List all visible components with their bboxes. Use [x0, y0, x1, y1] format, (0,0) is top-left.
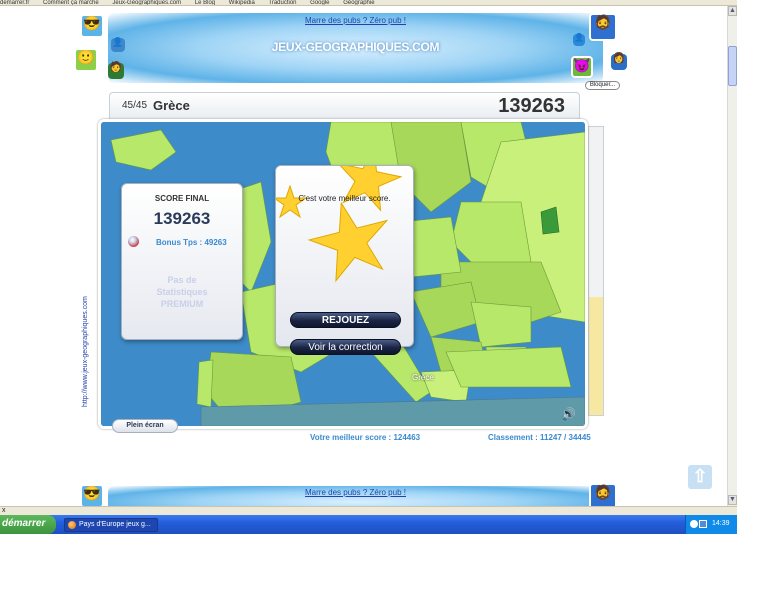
progress-fill — [589, 297, 603, 415]
final-score-value: 139263 — [153, 209, 211, 228]
premium-stats-notice: Pas de Statistiques PREMIUM — [156, 275, 208, 309]
avatar-icon[interactable]: 👤 — [573, 34, 585, 46]
network-icon[interactable] — [690, 520, 698, 528]
ball-icon — [128, 236, 139, 247]
avatar-icon[interactable]: 🧑 — [108, 63, 124, 79]
game-header: 45/45 Grèce 139263 — [109, 92, 580, 120]
time-bonus: Bonus Tps : 49263 — [156, 238, 227, 247]
top-banner: Marre des pubs ? Zéro pub ! JEUX-GEOGRAP… — [74, 8, 633, 83]
scroll-to-top-button[interactable]: ⇧ — [688, 465, 712, 489]
stars-decoration — [276, 166, 403, 283]
speaker-icon[interactable]: 🔊 — [561, 407, 576, 421]
result-panel: C'est votre meilleur score. REJOUEZ Voir… — [275, 165, 414, 355]
firefox-icon — [68, 521, 76, 529]
final-score-panel: SCORE FINAL 139263 Bonus Tps : 49263 Pas… — [121, 183, 243, 340]
country-portugal[interactable] — [196, 359, 214, 408]
map-country-label: Grèce — [412, 373, 434, 382]
no-ads-link[interactable]: Marre des pubs ? Zéro pub ! — [78, 16, 633, 25]
clock: 14:39 — [712, 520, 730, 527]
star-icon — [307, 201, 389, 283]
fullscreen-button[interactable]: Plein écran — [112, 419, 178, 433]
taskbar-window-button[interactable]: Pays d'Europe jeux g... — [64, 518, 158, 532]
vertical-scrollbar[interactable]: ▲ ▼ — [727, 6, 737, 506]
question-counter: 45/45 — [122, 100, 148, 111]
avatar-icon[interactable]: 👩 — [611, 54, 627, 70]
final-score-label: SCORE FINAL — [154, 194, 210, 203]
country-romania[interactable] — [470, 301, 532, 348]
map-side-panel — [588, 126, 604, 416]
replay-button[interactable]: REJOUEZ — [290, 312, 401, 328]
avatar-icon[interactable]: 🧔 — [589, 13, 617, 41]
system-tray: 14:39 — [685, 515, 737, 534]
bottom-banner: Marre des pubs ? Zéro pub ! 😎 🧔 — [78, 478, 633, 506]
country-turkey[interactable] — [445, 346, 572, 388]
avatar-icon[interactable]: 😎 — [80, 14, 104, 38]
taskbar: démarrer Pays d'Europe jeux g... 14:39 — [0, 515, 737, 534]
header-score: 139263 — [498, 95, 565, 117]
view-correction-button[interactable]: Voir la correction — [290, 339, 401, 355]
no-ads-link[interactable]: Marre des pubs ? Zéro pub ! — [78, 488, 633, 497]
block-button[interactable]: Bloquer... — [585, 81, 620, 90]
current-country: Grèce — [153, 98, 190, 113]
country-estonia[interactable] — [540, 206, 560, 235]
best-score-text: Votre meilleur score : 124463 — [310, 433, 421, 442]
taskbar-window-title: Pays d'Europe jeux g... — [79, 521, 151, 528]
ranking-text: Classement : 11247 / 34445 — [488, 433, 591, 442]
start-button[interactable]: démarrer — [0, 515, 56, 534]
avatar-icon[interactable]: 👤 — [111, 38, 125, 52]
volume-icon[interactable] — [699, 520, 707, 528]
web-page: Marre des pubs ? Zéro pub ! JEUX-GEOGRAP… — [0, 6, 727, 506]
avatar-icon[interactable]: 😎 — [80, 484, 104, 506]
scroll-down-arrow[interactable]: ▼ — [728, 495, 737, 505]
avatar-icon[interactable]: 🧔 — [589, 483, 617, 506]
scroll-thumb[interactable] — [728, 46, 737, 86]
avatar-icon[interactable]: 😈 — [571, 56, 593, 78]
site-logo[interactable]: JEUX-GEOGRAPHIQUES.COM — [78, 40, 633, 54]
scroll-up-arrow[interactable]: ▲ — [728, 6, 737, 16]
vertical-site-url[interactable]: http://www.jeux-geographiques.com — [82, 296, 89, 407]
browser-screen: demarrer.fr Comment ça marche Jeux-Géogr… — [0, 0, 760, 608]
status-bar: x — [0, 506, 737, 515]
avatar-icon[interactable]: 🙂 — [74, 48, 98, 72]
best-score-message: C'est votre meilleur score. — [298, 194, 391, 203]
